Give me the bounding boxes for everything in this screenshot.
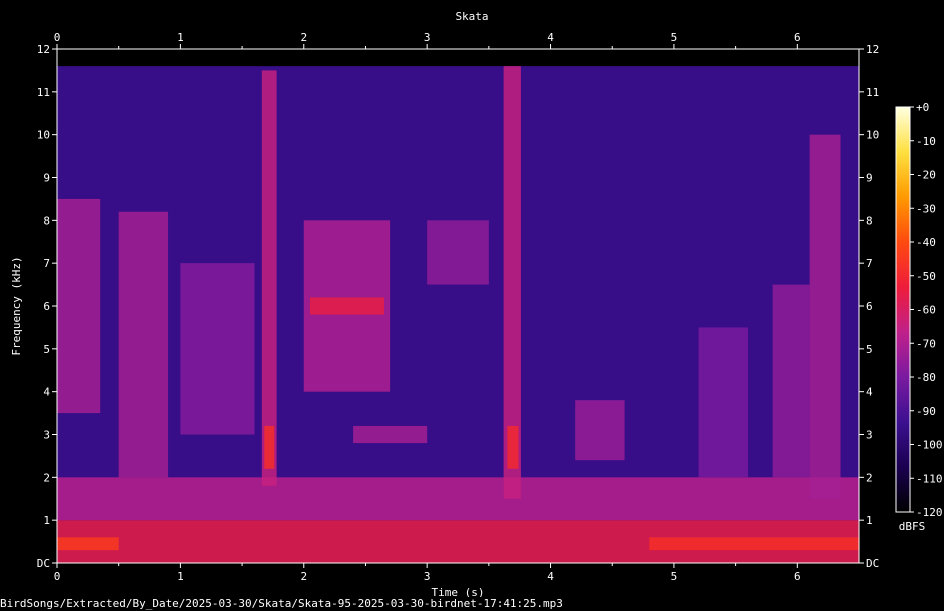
spectrogram-cell — [809, 134, 841, 499]
x-tick-label: 0 — [54, 31, 61, 44]
spectrogram-cell — [575, 400, 625, 461]
y-tick-label: 10 — [37, 129, 50, 142]
x-tick-label: 4 — [547, 570, 554, 583]
y-axis-right: DC123456789101112 — [859, 43, 879, 570]
colorbar-tick-label: -100 — [916, 439, 943, 452]
x-tick-label: 6 — [794, 31, 801, 44]
spectrogram-chart: Skata 0123456 0123456 DC123456789101112 … — [10, 10, 943, 597]
colorbar-tick-label: -70 — [916, 337, 936, 350]
chart-title: Skata — [455, 10, 488, 23]
y-tick-label: 1 — [866, 514, 873, 527]
y-tick-label: 8 — [866, 214, 873, 227]
y-tick-label: 10 — [866, 129, 879, 142]
y-tick-label: 8 — [43, 214, 50, 227]
y-tick-label: 11 — [37, 86, 50, 99]
spectrogram-cell — [180, 263, 255, 435]
colorbar-tick-label: -10 — [916, 135, 936, 148]
y-tick-label: 4 — [43, 386, 50, 399]
x-axis-bottom: 0 1 2 3 4 5 6 — [54, 563, 801, 583]
spectrogram-cell — [698, 327, 748, 478]
y-tick-label: 9 — [866, 172, 873, 185]
spectrogram-cell — [649, 537, 859, 551]
colorbar-tick-label: -40 — [916, 236, 936, 249]
x-tick-label: 3 — [424, 570, 431, 583]
spectrogram-cell — [57, 477, 859, 521]
file-path-caption: BirdSongs/Extracted/By_Date/2025-03-30/S… — [0, 597, 563, 610]
colorbar-gradient — [895, 106, 911, 513]
x-tick-label: 3 — [424, 31, 431, 44]
colorbar-tick-label: -30 — [916, 202, 936, 215]
spectrogram-cell — [57, 537, 119, 551]
y-tick-label: DC — [866, 557, 879, 570]
y-tick-label: 3 — [866, 429, 873, 442]
y-tick-label: 7 — [866, 257, 873, 270]
y-tick-label: 3 — [43, 429, 50, 442]
colorbar-tick-label: -20 — [916, 169, 936, 182]
x-axis-label: Time (s) — [432, 586, 485, 597]
colorbar-tick-label: -60 — [916, 304, 936, 317]
y-tick-label: 11 — [866, 86, 879, 99]
y-tick-label: 9 — [43, 172, 50, 185]
spectrogram-cell — [309, 297, 384, 315]
y-tick-label: 6 — [866, 300, 873, 313]
spectrogram-cell — [264, 425, 275, 469]
y-tick-label: 5 — [866, 343, 873, 356]
x-tick-label: 2 — [300, 31, 307, 44]
y-tick-label: 12 — [37, 43, 50, 56]
y-tick-label: 5 — [43, 343, 50, 356]
y-axis-left: DC123456789101112 — [37, 43, 57, 570]
x-tick-label: 5 — [671, 31, 678, 44]
x-tick-label: 4 — [547, 31, 554, 44]
x-tick-label: 5 — [671, 570, 678, 583]
colorbar-tick-label: -50 — [916, 270, 936, 283]
colorbar-tick-label: -120 — [916, 506, 943, 519]
y-tick-label: 4 — [866, 386, 873, 399]
x-tick-label: 0 — [54, 570, 61, 583]
y-tick-label: 12 — [866, 43, 879, 56]
y-tick-label: 2 — [43, 471, 50, 484]
x-axis-top: 0 1 2 3 4 5 6 — [54, 31, 801, 49]
colorbar-tick-label: -80 — [916, 371, 936, 384]
y-tick-label: 1 — [43, 514, 50, 527]
colorbar-tick-label: -90 — [916, 405, 936, 418]
spectrogram-plot-area — [57, 49, 859, 563]
spectrogram-cell — [772, 284, 810, 478]
y-axis-label: Frequency (kHz) — [10, 256, 23, 355]
spectrogram-cell — [427, 220, 489, 285]
spectrogram-cell — [261, 70, 277, 486]
y-tick-label: 2 — [866, 471, 873, 484]
colorbar: +0 -10 -20 -30 -40 -50 -60 -70 -80 -90 -100 -110 -12… — [895, 101, 943, 519]
x-tick-label: 1 — [177, 570, 184, 583]
x-tick-label: 2 — [300, 570, 307, 583]
colorbar-label: dBFS — [899, 520, 926, 533]
spectrogram-empty-band — [57, 49, 859, 67]
x-tick-label: 1 — [177, 31, 184, 44]
spectrogram-cell — [507, 425, 519, 469]
spectrogram-cell — [57, 198, 101, 414]
colorbar-tick-label: -110 — [916, 472, 943, 485]
y-tick-label: DC — [37, 557, 50, 570]
x-tick-label: 6 — [794, 570, 801, 583]
colorbar-tick-label: +0 — [916, 101, 929, 114]
spectrogram-cell — [118, 211, 169, 478]
y-tick-label: 6 — [43, 300, 50, 313]
y-tick-label: 7 — [43, 257, 50, 270]
spectrogram-cell — [353, 425, 428, 444]
